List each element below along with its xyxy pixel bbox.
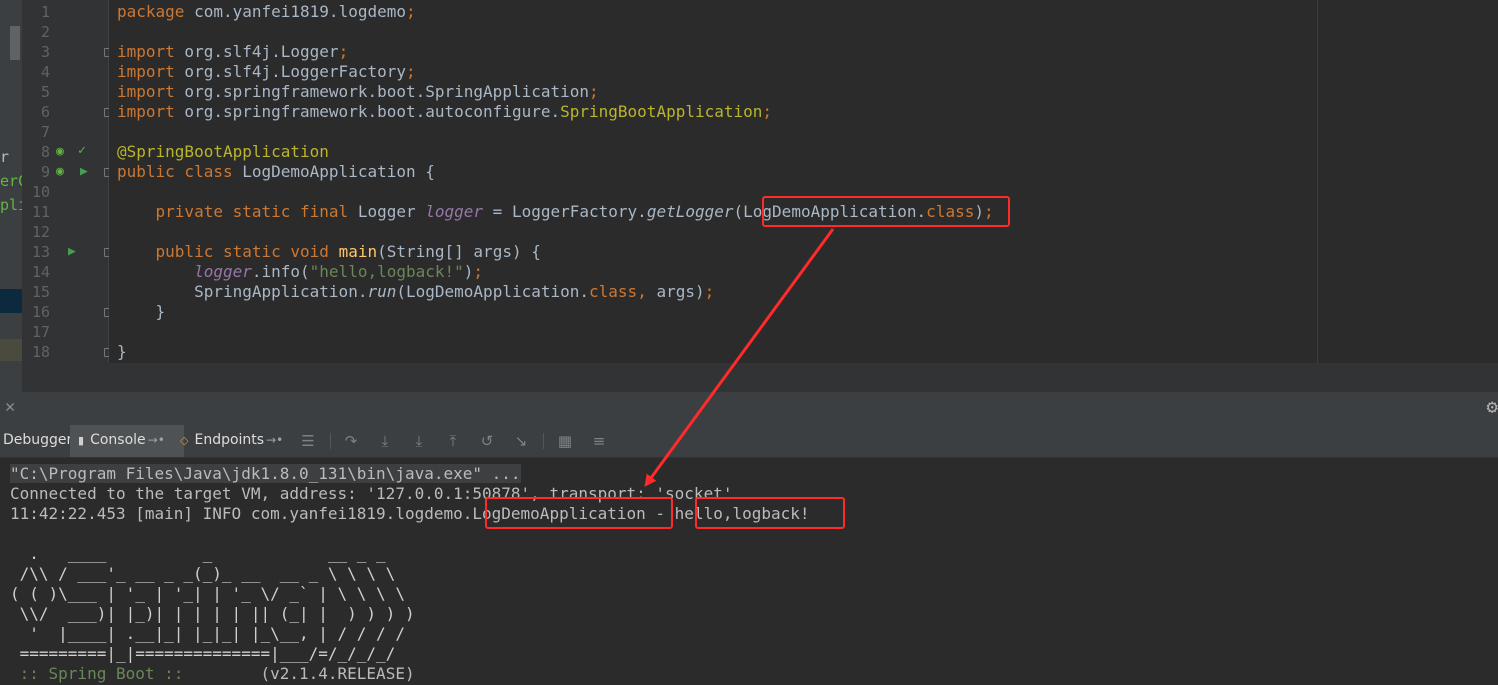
spring-banner-line: ( ( )\___ | '_ | '_| | '_ \/ _` | \ \ \ …	[10, 584, 405, 603]
spring-banner-line: \\/ ___)| |_)| | | | | || (_| | ) ) ) )	[10, 604, 415, 623]
right-margin-guide	[1317, 0, 1318, 363]
code-line-13[interactable]: public static void main(String[] args) {	[117, 242, 541, 262]
spring-banner-line: /\\ / ___'_ __ _ _(_)_ __ __ _ \ \ \ \	[10, 564, 396, 583]
tab-endpoints[interactable]: ◇ Endpoints →•	[180, 425, 292, 457]
line-number: 8	[40, 143, 50, 161]
code-line-3[interactable]: import org.slf4j.Logger;	[117, 42, 348, 62]
project-tree-fragment[interactable]: plic	[0, 196, 22, 214]
line-number: 2	[40, 23, 50, 41]
drop-frame-icon[interactable]: ↺	[477, 432, 497, 450]
trace-icon[interactable]: ≡	[589, 432, 609, 450]
force-step-into-icon[interactable]: ⤓	[409, 432, 429, 450]
endpoints-icon: ◇	[180, 434, 189, 447]
tab-debugger[interactable]: Debugger	[0, 425, 73, 457]
line-number: 7	[40, 123, 50, 141]
line-number: 3	[40, 43, 50, 61]
console-icon: ▮	[78, 434, 85, 447]
step-out-icon[interactable]: ⤒	[443, 432, 463, 450]
line-number: 1	[40, 3, 50, 21]
line-number: 15	[31, 283, 50, 301]
line-number: 5	[40, 83, 50, 101]
line-number: 11	[31, 203, 50, 221]
spring-banner-line: =========|_|==============|___/=/_/_/_/	[10, 644, 396, 663]
code-line-8[interactable]: @SpringBootApplication	[117, 142, 329, 162]
line-number: 4	[40, 63, 50, 81]
step-into-icon[interactable]: ⤓	[375, 432, 395, 450]
evaluate-icon[interactable]: ▦	[555, 432, 575, 450]
console-output[interactable]: "C:\Program Files\Java\jdk1.8.0_131\bin\…	[0, 458, 1498, 685]
spring-boot-version-line: :: Spring Boot :: (v2.1.4.RELEASE)	[10, 664, 415, 683]
project-tree-fragment[interactable]: r	[0, 148, 9, 166]
project-tree-selection[interactable]	[0, 289, 22, 313]
debug-tool-window-header: ✕ ⚙	[0, 392, 1498, 425]
spring-config-icon[interactable]: ✓	[78, 144, 86, 158]
console-connected-line: Connected to the target VM, address: '12…	[10, 484, 733, 503]
line-number: 17	[31, 323, 50, 341]
console-log-line: 11:42:22.453 [main] INFO com.yanfei1819.…	[10, 504, 810, 523]
spring-bean-icon[interactable]: ◉	[56, 145, 64, 159]
line-number: 12	[31, 223, 50, 241]
line-number: 18	[31, 343, 50, 361]
toolbar-separator	[543, 433, 544, 449]
code-line-11[interactable]: private static final Logger logger = Log…	[117, 202, 994, 222]
toolbar-separator	[330, 433, 331, 449]
tab-console[interactable]: ▮ Console →•	[70, 425, 184, 457]
line-number: 10	[31, 183, 50, 201]
code-line-15[interactable]: SpringApplication.run(LogDemoApplication…	[117, 282, 714, 302]
run-to-cursor-icon[interactable]: ↘	[511, 432, 531, 450]
spring-banner-line: . ____ _ __ _ _	[10, 544, 386, 563]
gear-icon[interactable]: ⚙	[1487, 396, 1498, 418]
editor-horizontal-scroll-area[interactable]	[22, 363, 1498, 392]
project-panel-edge[interactable]: r erCo plic	[0, 0, 22, 392]
line-number: 14	[31, 263, 50, 281]
code-line-1[interactable]: package com.yanfei1819.logdemo;	[117, 2, 416, 22]
run-main-icon[interactable]: ▶	[68, 245, 76, 259]
code-line-6[interactable]: import org.springframework.boot.autoconf…	[117, 102, 772, 122]
project-tree-fragment[interactable]: erCo	[0, 172, 22, 190]
pin-icon[interactable]: →•	[148, 433, 165, 447]
pin-icon[interactable]: →•	[266, 433, 283, 447]
run-class-icon[interactable]: ▶	[80, 165, 88, 179]
code-line-9[interactable]: public class LogDemoApplication {	[117, 162, 435, 182]
line-number: 16	[31, 303, 50, 321]
line-number: 9	[40, 163, 50, 181]
project-panel-scrollbar[interactable]	[10, 26, 20, 60]
console-command-line: "C:\Program Files\Java\jdk1.8.0_131\bin\…	[10, 464, 521, 483]
spring-boot-icon[interactable]: ◉	[56, 165, 64, 179]
debug-tab-bar: Debugger ▮ Console →• ◇ Endpoints →• ☰ ↷ ⤓ ⤓…	[0, 425, 1498, 458]
project-tree-highlight	[0, 339, 22, 361]
code-line-14[interactable]: logger.info("hello,logback!");	[117, 262, 483, 282]
code-line-5[interactable]: import org.springframework.boot.SpringAp…	[117, 82, 599, 102]
step-over-icon[interactable]: ↷	[341, 432, 361, 450]
line-number: 6	[40, 103, 50, 121]
spring-banner-line: ' |____| .__|_| |_|_| |_\__, | / / / /	[10, 624, 405, 643]
code-line-16[interactable]: }	[117, 302, 166, 322]
menu-icon[interactable]: ☰	[298, 432, 318, 450]
code-line-4[interactable]: import org.slf4j.LoggerFactory;	[117, 62, 416, 82]
line-number: 13	[31, 243, 50, 261]
close-icon[interactable]: ✕	[5, 397, 15, 417]
code-line-18[interactable]: }	[117, 342, 127, 362]
